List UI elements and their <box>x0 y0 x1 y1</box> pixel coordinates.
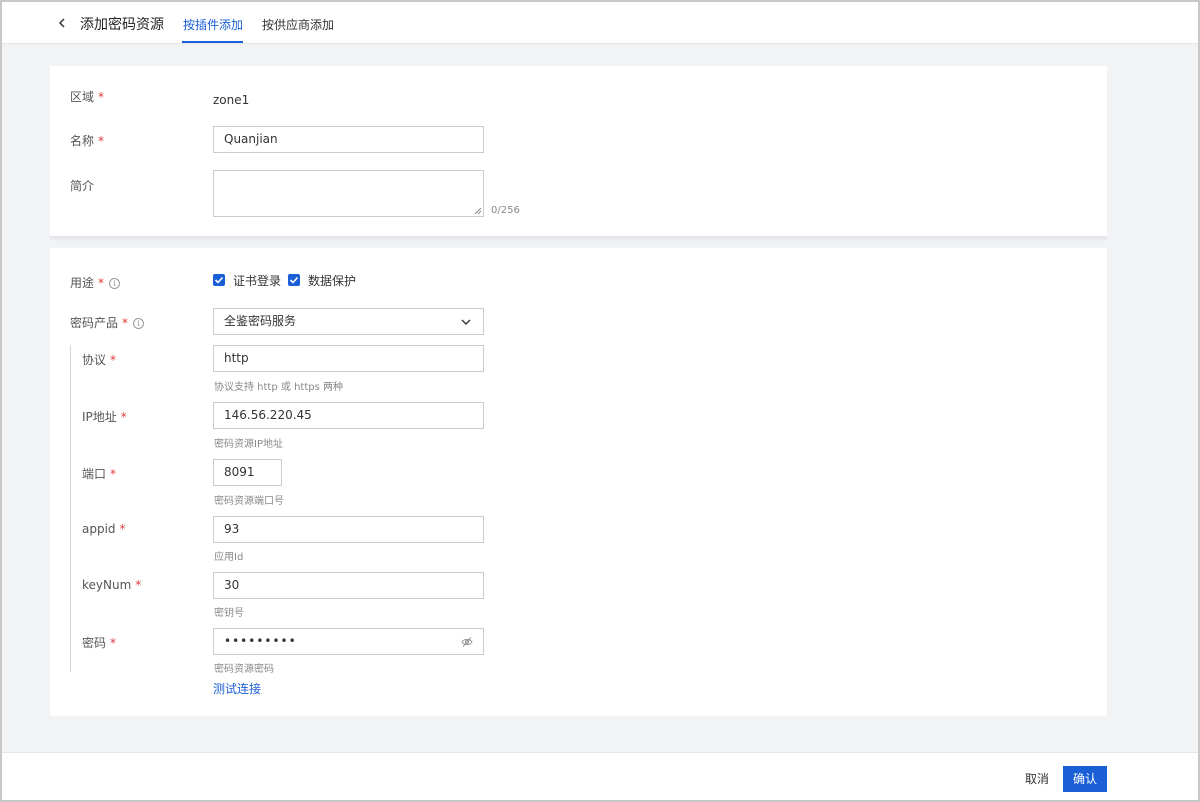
keynum-hint: 密钥号 <box>214 608 244 619</box>
protocol-label: 协议 * <box>82 353 117 367</box>
usage-cert-login-label[interactable]: 证书登录 <box>233 272 281 289</box>
required-mark: * <box>110 467 117 481</box>
protocol-hint: 协议支持 http 或 https 两种 <box>214 382 343 393</box>
page-frame: 添加密码资源 按插件添加 按供应商添加 区域 * zone1 名称 * Quanji… <box>0 0 1200 802</box>
active-tab-indicator <box>182 41 243 43</box>
info-icon[interactable]: i <box>109 278 121 289</box>
appid-hint: 应用Id <box>214 552 244 563</box>
required-mark: * <box>122 316 129 330</box>
name-input[interactable]: Quanjian <box>213 126 484 153</box>
region-value: zone1 <box>213 93 250 107</box>
keynum-label: keyNum * <box>82 578 142 592</box>
card-divider <box>50 236 1107 242</box>
back-button[interactable] <box>54 14 70 32</box>
nested-fields-guide-line <box>70 345 71 672</box>
ip-input[interactable]: 146.56.220.45 <box>213 402 484 429</box>
password-masked-value: ••••••••• <box>224 634 297 648</box>
resize-grip-icon[interactable] <box>474 207 482 215</box>
required-mark: * <box>98 90 105 104</box>
required-mark: * <box>120 410 127 424</box>
crypto-product-selected: 全鉴密码服务 <box>224 314 297 328</box>
confirm-button[interactable]: 确认 <box>1063 766 1107 792</box>
protocol-input[interactable]: http <box>213 345 484 372</box>
required-mark: * <box>119 522 126 536</box>
page-header: 添加密码资源 按插件添加 按供应商添加 <box>2 2 1198 44</box>
region-label: 区域 * <box>70 90 105 104</box>
ip-label: IP地址 * <box>82 410 127 424</box>
usage-data-protection-checkbox[interactable] <box>288 274 300 286</box>
tab-add-by-plugin[interactable]: 按插件添加 <box>183 16 243 33</box>
name-label: 名称 * <box>70 134 105 148</box>
page-title: 添加密码资源 <box>80 17 164 33</box>
info-icon[interactable]: i <box>133 318 145 329</box>
required-mark: * <box>98 134 105 148</box>
tab-add-by-vendor[interactable]: 按供应商添加 <box>262 16 334 33</box>
appid-input[interactable]: 93 <box>213 516 484 543</box>
password-input[interactable]: ••••••••• <box>213 628 484 655</box>
description-label: 简介 <box>70 179 95 193</box>
eye-off-icon[interactable] <box>461 636 473 648</box>
required-mark: * <box>110 636 117 650</box>
chevron-down-icon <box>461 319 471 325</box>
required-mark: * <box>135 578 142 592</box>
port-input[interactable]: 8091 <box>213 459 282 486</box>
required-mark: * <box>110 353 117 367</box>
page-footer: 取消 确认 <box>2 752 1198 800</box>
keynum-input[interactable]: 30 <box>213 572 484 599</box>
ip-hint: 密码资源IP地址 <box>214 439 283 450</box>
cancel-button[interactable]: 取消 <box>1016 766 1058 792</box>
crypto-product-label: 密码产品 * i <box>70 314 145 331</box>
usage-cert-login-checkbox[interactable] <box>213 274 225 286</box>
password-label: 密码 * <box>82 636 117 650</box>
checkmark-icon <box>214 276 224 284</box>
appid-label: appid * <box>82 522 126 536</box>
password-hint: 密码资源密码 <box>214 664 274 675</box>
config-card <box>50 248 1107 716</box>
basic-info-card <box>50 66 1107 237</box>
description-textarea[interactable] <box>213 170 484 217</box>
usage-data-protection-label[interactable]: 数据保护 <box>308 272 356 289</box>
chevron-left-icon <box>58 18 65 28</box>
crypto-product-select[interactable]: 全鉴密码服务 <box>213 308 484 335</box>
port-hint: 密码资源端口号 <box>214 496 284 507</box>
usage-label: 用途 * i <box>70 274 121 291</box>
description-counter: 0/256 <box>491 205 520 216</box>
port-label: 端口 * <box>82 467 117 481</box>
checkmark-icon <box>289 276 299 284</box>
test-connection-link[interactable]: 测试连接 <box>213 680 261 697</box>
required-mark: * <box>98 276 105 290</box>
